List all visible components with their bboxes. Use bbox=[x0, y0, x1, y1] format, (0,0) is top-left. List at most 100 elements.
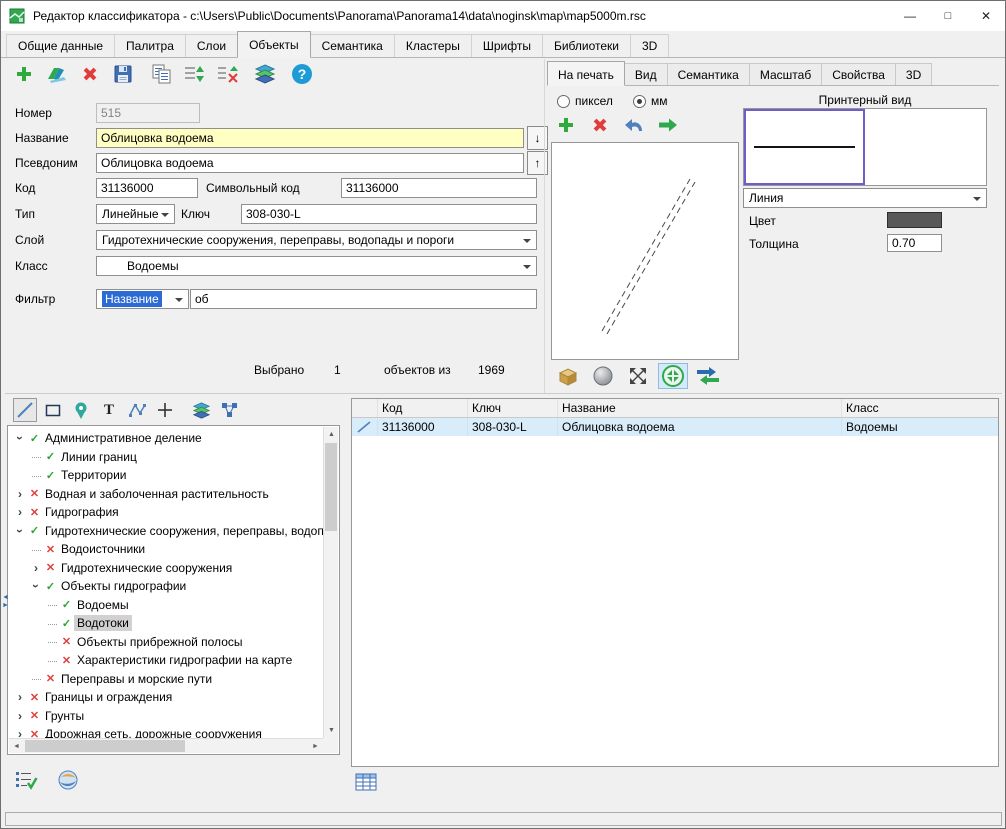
tree-expander-open-icon[interactable]: › bbox=[13, 524, 27, 538]
close-button[interactable]: ✕ bbox=[967, 1, 1005, 31]
table-row[interactable]: 31136000308-030-LОблицовка водоемаВодоем… bbox=[352, 418, 998, 436]
line-objects-button[interactable] bbox=[13, 398, 37, 422]
tree-layers-button[interactable] bbox=[189, 398, 213, 422]
renumber-delete-button[interactable] bbox=[215, 61, 241, 87]
tree-vertical-scrollbar[interactable]: ▲ ▼ bbox=[323, 427, 338, 738]
swap-direction-button[interactable] bbox=[693, 363, 723, 389]
add-object-button[interactable] bbox=[11, 61, 37, 87]
tree-expander-closed-icon[interactable]: › bbox=[13, 727, 27, 738]
area-objects-button[interactable] bbox=[41, 398, 65, 422]
visibility-cross-icon[interactable]: ✕ bbox=[43, 543, 58, 556]
view-tab-Вид[interactable]: Вид bbox=[624, 63, 668, 85]
visibility-check-icon[interactable]: ✓ bbox=[43, 450, 58, 463]
help-button[interactable]: ? bbox=[289, 61, 315, 87]
visibility-check-icon[interactable]: ✓ bbox=[59, 598, 74, 611]
table-header-Код[interactable]: Код bbox=[378, 399, 468, 417]
apply-button[interactable] bbox=[655, 112, 681, 138]
tree-horizontal-scrollbar[interactable]: ◄ ► bbox=[9, 738, 323, 753]
expand-view-button[interactable] bbox=[623, 363, 653, 389]
tree-item[interactable]: ✓Линии границ bbox=[9, 448, 323, 467]
color-swatch[interactable] bbox=[887, 212, 942, 228]
tree-expander-closed-icon[interactable]: › bbox=[13, 690, 27, 704]
main-tab-Палитра[interactable]: Палитра bbox=[114, 34, 186, 57]
list-check-button[interactable] bbox=[13, 767, 39, 793]
name-field[interactable] bbox=[96, 128, 524, 148]
visibility-check-icon[interactable]: ✓ bbox=[27, 524, 42, 537]
table-view-button[interactable] bbox=[353, 769, 379, 795]
sphere-view-button[interactable] bbox=[588, 363, 618, 389]
renumber-button[interactable] bbox=[182, 61, 208, 87]
tree-expander-closed-icon[interactable]: › bbox=[29, 561, 43, 575]
table-header-Название[interactable]: Название bbox=[558, 399, 842, 417]
main-tab-Объекты[interactable]: Объекты bbox=[237, 31, 311, 58]
visibility-cross-icon[interactable]: ✕ bbox=[27, 728, 42, 738]
tree-item[interactable]: ›✓Объекты гидрографии bbox=[9, 577, 323, 596]
visibility-cross-icon[interactable]: ✕ bbox=[27, 691, 42, 704]
alias-field[interactable] bbox=[96, 153, 524, 173]
visibility-check-icon[interactable]: ✓ bbox=[43, 469, 58, 482]
copy-list-button[interactable] bbox=[149, 61, 175, 87]
table-header-Класс[interactable]: Класс bbox=[842, 399, 999, 417]
tree-item[interactable]: ›✕Дорожная сеть, дорожные сооружения bbox=[9, 725, 323, 738]
scroll-down-arrow[interactable]: ▼ bbox=[324, 723, 339, 738]
view-tab-Свойства[interactable]: Свойства bbox=[821, 63, 896, 85]
text-objects-button[interactable]: T bbox=[97, 398, 121, 422]
tree-item[interactable]: ✕Объекты прибрежной полосы bbox=[9, 633, 323, 652]
view-tab-Семантика[interactable]: Семантика bbox=[667, 63, 750, 85]
tree-expander-closed-icon[interactable]: › bbox=[13, 487, 27, 501]
view-tab-Масштаб[interactable]: Масштаб bbox=[749, 63, 822, 85]
tree-item[interactable]: ›✕Водная и заболоченная растительность bbox=[9, 485, 323, 504]
primitive-type-combo[interactable]: Линия bbox=[743, 188, 987, 208]
filter-input[interactable] bbox=[190, 289, 537, 309]
tree-item[interactable]: ›✕Грунты bbox=[9, 707, 323, 726]
vertical-scroll-thumb[interactable] bbox=[325, 443, 337, 531]
undo-button[interactable] bbox=[621, 112, 647, 138]
fill-palette-button[interactable] bbox=[44, 61, 70, 87]
splitter-handle[interactable]: ◄ ► bbox=[1, 594, 10, 610]
minimize-button[interactable]: — bbox=[891, 1, 929, 31]
tree-item[interactable]: ✓Водотоки bbox=[9, 614, 323, 633]
printer-sample-selected[interactable] bbox=[744, 109, 865, 185]
unit-mm-radio[interactable]: мм bbox=[633, 94, 668, 108]
code-field[interactable] bbox=[96, 178, 198, 198]
visibility-cross-icon[interactable]: ✕ bbox=[43, 561, 58, 574]
visibility-cross-icon[interactable]: ✕ bbox=[27, 709, 42, 722]
visibility-check-icon[interactable]: ✓ bbox=[43, 580, 58, 593]
key-field[interactable] bbox=[241, 204, 537, 224]
tree-expander-closed-icon[interactable]: › bbox=[13, 709, 27, 723]
main-tab-Семантика[interactable]: Семантика bbox=[310, 34, 395, 57]
maximize-button[interactable]: □ bbox=[929, 1, 967, 31]
tree-item[interactable]: ✕Характеристики гидрографии на карте bbox=[9, 651, 323, 670]
fit-center-button[interactable] bbox=[658, 363, 688, 389]
visibility-cross-icon[interactable]: ✕ bbox=[43, 672, 58, 685]
tree-item[interactable]: ›✕Границы и ограждения bbox=[9, 688, 323, 707]
main-tab-Общие данные[interactable]: Общие данные bbox=[6, 34, 115, 57]
main-tab-Кластеры[interactable]: Кластеры bbox=[394, 34, 472, 57]
main-tab-Библиотеки[interactable]: Библиотеки bbox=[542, 34, 631, 57]
box-3d-button[interactable] bbox=[553, 363, 583, 389]
thickness-field[interactable] bbox=[887, 234, 942, 252]
view-tab-На печать[interactable]: На печать bbox=[547, 61, 625, 86]
tree-expander-closed-icon[interactable]: › bbox=[13, 505, 27, 519]
save-button[interactable] bbox=[110, 61, 136, 87]
filter-field-combo[interactable]: Название bbox=[96, 289, 189, 309]
scroll-up-arrow[interactable]: ▲ bbox=[324, 427, 339, 442]
tree-item[interactable]: ›✓Административное деление bbox=[9, 429, 323, 448]
layer-combo[interactable]: Гидротехнические сооружения, переправы, … bbox=[96, 230, 537, 250]
visibility-cross-icon[interactable]: ✕ bbox=[59, 635, 74, 648]
delete-object-button[interactable] bbox=[77, 61, 103, 87]
template-objects-button[interactable] bbox=[153, 398, 177, 422]
table-header-Ключ[interactable]: Ключ bbox=[468, 399, 558, 417]
tree-item[interactable]: ✓Водоемы bbox=[9, 596, 323, 615]
visibility-cross-icon[interactable]: ✕ bbox=[27, 487, 42, 500]
tree-item[interactable]: ›✕Гидротехнические сооружения bbox=[9, 559, 323, 578]
tree-expander-open-icon[interactable]: › bbox=[29, 579, 43, 593]
globe-palette-button[interactable] bbox=[55, 767, 81, 793]
unit-pixel-radio[interactable]: пиксел bbox=[557, 94, 613, 108]
visibility-cross-icon[interactable]: ✕ bbox=[27, 506, 42, 519]
scroll-right-arrow[interactable]: ► bbox=[308, 739, 323, 754]
tree-item[interactable]: ✕Переправы и морские пути bbox=[9, 670, 323, 689]
table-header-icon[interactable] bbox=[352, 399, 378, 417]
delete-view-button[interactable] bbox=[587, 112, 613, 138]
view-tab-3D[interactable]: 3D bbox=[895, 63, 932, 85]
